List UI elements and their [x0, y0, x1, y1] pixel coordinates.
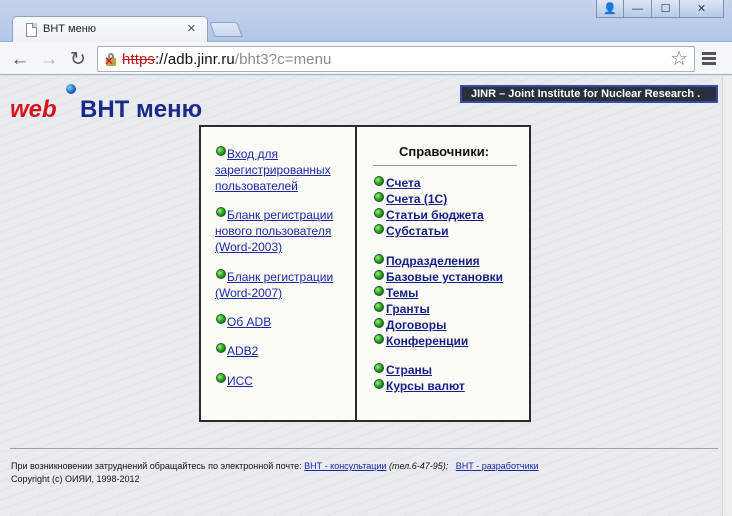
window-titlebar: ВНТ меню × 👤 — ☐ ✕: [0, 0, 732, 43]
green-bullet-icon: [216, 343, 226, 353]
green-bullet-icon: [374, 286, 384, 296]
web-logo: web: [10, 96, 57, 123]
bookmark-star-icon[interactable]: ☆: [670, 48, 688, 70]
budget-items-link[interactable]: Статьи бюджета: [386, 207, 484, 223]
menu-item-registration-2003[interactable]: Бланк регистрации нового пользователя (W…: [215, 207, 355, 255]
browser-menu-icon[interactable]: [702, 52, 716, 66]
forward-button[interactable]: →: [38, 48, 60, 70]
globe-icon: [66, 84, 76, 94]
developers-link[interactable]: ВНТ - разработчики: [456, 461, 539, 471]
grants-link[interactable]: Гранты: [386, 301, 430, 317]
browser-tab[interactable]: ВНТ меню ×: [12, 16, 208, 43]
menu-item-registration-2007[interactable]: Бланк регистрации (Word-2007): [215, 269, 355, 301]
iss-link[interactable]: ИСС: [215, 373, 355, 389]
green-bullet-icon: [374, 363, 384, 373]
topics-link[interactable]: Темы: [386, 285, 418, 301]
facilities-link[interactable]: Базовые установки: [386, 269, 503, 285]
left-menu-column: Вход для зарегистрированных пользователе…: [201, 127, 357, 420]
page-content: web ВНТ меню JINR – Joint Institute for …: [0, 76, 722, 516]
menu-item-login[interactable]: Вход для зарегистрированных пользователе…: [215, 146, 355, 194]
user-icon[interactable]: 👤: [596, 0, 624, 18]
url-scheme: https: [122, 51, 156, 68]
directories-heading: Справочники:: [398, 144, 490, 159]
footer: При возникновении затруднений обращайтес…: [11, 460, 539, 486]
exchange-rates-link[interactable]: Курсы валют: [386, 378, 465, 394]
login-link[interactable]: Вход для зарегистрированных пользователе…: [215, 146, 355, 194]
vertical-scrollbar[interactable]: [722, 76, 732, 516]
green-bullet-icon: [374, 192, 384, 202]
green-bullet-icon: [374, 318, 384, 328]
page-title: ВНТ меню: [80, 96, 203, 123]
menu-item-iss[interactable]: ИСС: [215, 373, 355, 389]
about-adb-link[interactable]: Об ADB: [215, 314, 355, 330]
maximize-button[interactable]: ☐: [652, 0, 680, 18]
green-bullet-icon: [374, 302, 384, 312]
green-bullet-icon: [216, 207, 226, 217]
directories-column: Справочники: Счета Счета (1С) Статьи бюд…: [359, 127, 529, 420]
green-bullet-icon: [216, 146, 226, 156]
contracts-link[interactable]: Договоры: [386, 317, 446, 333]
browser-toolbar: ← → ↻ ✕ https://adb.jinr.ru/bht3?c=menu …: [0, 42, 732, 75]
green-bullet-icon: [216, 269, 226, 279]
new-tab-button[interactable]: [209, 22, 243, 37]
phone-text: (тел.6-47-95);: [386, 461, 449, 471]
document-icon: [26, 23, 37, 37]
countries-link[interactable]: Страны: [386, 362, 432, 378]
conferences-link[interactable]: Конференции: [386, 333, 468, 349]
contact-line: При возникновении затруднений обращайтес…: [11, 460, 539, 473]
menu-item-about-adb[interactable]: Об ADB: [215, 314, 355, 330]
url-path: /bht3?c=menu: [234, 51, 332, 68]
divider: [373, 165, 517, 166]
url-host: ://adb.jinr.ru: [155, 51, 235, 68]
url-text[interactable]: https://adb.jinr.ru/bht3?c=menu: [122, 51, 332, 68]
broken-lock-icon[interactable]: ✕: [104, 52, 118, 67]
reload-button[interactable]: ↻: [67, 48, 89, 70]
registration-2003-link[interactable]: Бланк регистрации нового пользователя (W…: [215, 207, 355, 255]
minimize-button[interactable]: —: [624, 0, 652, 18]
subitems-link[interactable]: Субстатьи: [386, 223, 448, 239]
accounts-1c-link[interactable]: Счета (1С): [386, 191, 447, 207]
tab-close-icon[interactable]: ×: [187, 20, 196, 38]
menu-table: Вход для зарегистрированных пользователе…: [199, 125, 531, 422]
green-bullet-icon: [374, 176, 384, 186]
close-window-button[interactable]: ✕: [680, 0, 724, 18]
green-bullet-icon: [216, 314, 226, 324]
departments-link[interactable]: Подразделения: [386, 253, 480, 269]
accounts-link[interactable]: Счета: [386, 175, 421, 191]
jinr-banner-link[interactable]: JINR – Joint Institute for Nuclear Resea…: [460, 85, 718, 103]
green-bullet-icon: [374, 379, 384, 389]
adb2-link[interactable]: ADB2: [215, 343, 355, 359]
green-bullet-icon: [374, 254, 384, 264]
consultation-link[interactable]: ВНТ - консультации: [304, 461, 386, 471]
copyright: Copyright (c) ОИЯИ, 1998-2012: [11, 474, 140, 484]
contact-text: При возникновении затруднений обращайтес…: [11, 461, 305, 471]
green-bullet-icon: [374, 224, 384, 234]
address-bar[interactable]: ✕ https://adb.jinr.ru/bht3?c=menu ☆: [97, 46, 695, 72]
registration-2007-link[interactable]: Бланк регистрации (Word-2007): [215, 269, 355, 301]
window-controls: 👤 — ☐ ✕: [596, 0, 724, 18]
green-bullet-icon: [374, 208, 384, 218]
green-bullet-icon: [216, 373, 226, 383]
green-bullet-icon: [374, 270, 384, 280]
green-bullet-icon: [374, 334, 384, 344]
footer-divider: [10, 448, 718, 449]
back-button[interactable]: ←: [9, 48, 31, 70]
menu-item-adb2[interactable]: ADB2: [215, 343, 355, 359]
tab-title: ВНТ меню: [43, 23, 97, 35]
